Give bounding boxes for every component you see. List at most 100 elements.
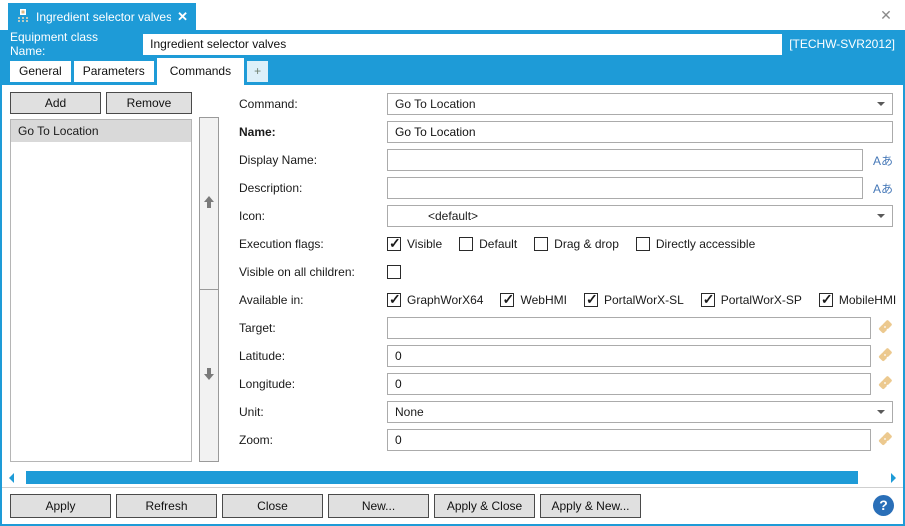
- checkbox-label: Drag & drop: [554, 237, 619, 251]
- available-in-label: Available in:: [239, 293, 304, 307]
- checkbox-icon[interactable]: [700, 291, 715, 308]
- checkbox-label: PortalWorX-SL: [603, 293, 684, 307]
- display-name-label: Display Name:: [239, 153, 318, 167]
- checkbox-icon[interactable]: [818, 291, 833, 308]
- document-tab-close-icon[interactable]: ✕: [177, 9, 188, 25]
- checkbox-label: WebHMI: [520, 293, 567, 307]
- icon-dropdown[interactable]: <default>: [387, 205, 893, 227]
- pane-close-icon[interactable]: ✕: [877, 6, 895, 24]
- window-body: Equipment class Name: [TECHW-SVR2012] Ge…: [0, 30, 905, 526]
- execution-flags-label: Execution flags:: [239, 237, 324, 251]
- description-row: Description: Aあ: [239, 177, 893, 199]
- checkbox-default[interactable]: Default: [459, 237, 517, 251]
- tab-commands[interactable]: Commands: [156, 58, 245, 85]
- checkbox-graphworx64[interactable]: GraphWorX64: [387, 291, 484, 308]
- latitude-tag-button[interactable]: [871, 347, 893, 366]
- unit-dropdown[interactable]: None: [387, 401, 893, 423]
- tab-general[interactable]: General: [10, 61, 71, 82]
- unit-label: Unit:: [239, 405, 264, 419]
- checkbox-label: Directly accessible: [655, 237, 756, 251]
- close-button[interactable]: Close: [222, 494, 323, 518]
- command-form: Command: Go To Location Name: Display Na…: [239, 93, 897, 457]
- help-button[interactable]: ?: [873, 495, 894, 516]
- checkbox-directly-accessible[interactable]: Directly accessible: [635, 237, 756, 251]
- server-badge: [TECHW-SVR2012]: [789, 37, 895, 51]
- checkbox-label: PortalWorX-SP: [720, 293, 802, 307]
- checkbox-visible[interactable]: Visible: [387, 235, 442, 252]
- move-down-button[interactable]: [199, 290, 219, 462]
- move-up-button[interactable]: [199, 117, 219, 290]
- command-dropdown[interactable]: Go To Location: [387, 93, 893, 115]
- footer-button-bar: Apply Refresh Close New... Apply & Close…: [2, 487, 903, 524]
- checkbox-label: GraphWorX64: [407, 293, 484, 307]
- name-input[interactable]: [387, 121, 893, 143]
- execution-flags-group: Visible Default Drag & drop Directl: [387, 235, 756, 252]
- checkbox-mobilehmi[interactable]: MobileHMI: [818, 291, 897, 308]
- tag-icon: [878, 319, 892, 333]
- checkbox-icon[interactable]: [500, 291, 515, 308]
- display-name-input[interactable]: [387, 149, 863, 171]
- zoom-tag-button[interactable]: [871, 431, 893, 450]
- display-name-row: Display Name: Aあ: [239, 149, 893, 171]
- reorder-strip: [199, 117, 219, 462]
- localization-icon: Aあ: [872, 181, 893, 196]
- scrollbar-thumb[interactable]: [26, 471, 858, 484]
- longitude-input[interactable]: [387, 373, 871, 395]
- list-item[interactable]: Go To Location: [11, 120, 191, 142]
- checkbox-visible-on-all-children[interactable]: [387, 265, 407, 279]
- target-input[interactable]: [387, 317, 871, 339]
- tag-icon: [878, 431, 892, 445]
- checkbox-icon[interactable]: [583, 291, 598, 308]
- tag-icon: [878, 375, 892, 389]
- checkbox-icon[interactable]: [534, 237, 549, 251]
- apply-button[interactable]: Apply: [10, 494, 111, 518]
- tab-parameters[interactable]: Parameters: [73, 61, 154, 82]
- tab-row: General Parameters Commands +: [2, 58, 903, 85]
- checkbox-webhmi[interactable]: WebHMI: [500, 291, 567, 308]
- equipment-class-name-label: Equipment class Name:: [10, 30, 99, 58]
- apply-and-close-button[interactable]: Apply & Close: [434, 494, 535, 518]
- checkbox-portalworx-sl[interactable]: PortalWorX-SL: [583, 291, 684, 308]
- description-label: Description:: [239, 181, 303, 195]
- add-command-button[interactable]: Add: [10, 92, 101, 114]
- localization-icon: Aあ: [872, 153, 893, 168]
- apply-and-new-button[interactable]: Apply & New...: [540, 494, 641, 518]
- zoom-label: Zoom:: [239, 433, 274, 447]
- new-button[interactable]: New...: [328, 494, 429, 518]
- document-tab-strip: Ingredient selector valves * ✕ ✕: [0, 0, 905, 30]
- chevron-down-icon: [877, 102, 885, 110]
- zoom-input[interactable]: [387, 429, 871, 451]
- remove-command-button[interactable]: Remove: [106, 92, 192, 114]
- checkbox-icon[interactable]: [387, 265, 401, 279]
- refresh-button[interactable]: Refresh: [116, 494, 217, 518]
- tab-add[interactable]: +: [247, 61, 269, 82]
- header-bar: Equipment class Name: [TECHW-SVR2012]: [2, 30, 903, 58]
- checkbox-label: MobileHMI: [838, 293, 897, 307]
- checkbox-icon[interactable]: [387, 235, 401, 252]
- checkbox-drag-drop[interactable]: Drag & drop: [534, 237, 619, 251]
- checkbox-portalworx-sp[interactable]: PortalWorX-SP: [700, 291, 802, 308]
- equipment-class-name-input[interactable]: [143, 33, 783, 55]
- checkbox-icon[interactable]: [459, 237, 474, 251]
- visible-on-all-children-row: Visible on all children:: [239, 261, 893, 283]
- checkbox-icon[interactable]: [387, 291, 401, 308]
- unit-value: None: [395, 405, 424, 419]
- scroll-left-icon[interactable]: [9, 473, 14, 483]
- name-row: Name:: [239, 121, 893, 143]
- latitude-label: Latitude:: [239, 349, 286, 363]
- localize-display-name-button[interactable]: Aあ: [863, 152, 893, 169]
- equipment-class-editor-window: Ingredient selector valves * ✕ ✕ Equipme…: [0, 0, 905, 526]
- target-tag-button[interactable]: [871, 319, 893, 338]
- available-in-group: GraphWorX64 WebHMI PortalWorX-SL Po: [387, 291, 897, 308]
- scroll-right-icon[interactable]: [891, 473, 896, 483]
- icon-value: <default>: [428, 209, 479, 223]
- latitude-input[interactable]: [387, 345, 871, 367]
- localize-description-button[interactable]: Aあ: [863, 180, 893, 197]
- command-value: Go To Location: [395, 97, 476, 111]
- checkbox-icon[interactable]: [635, 237, 650, 251]
- horizontal-scrollbar[interactable]: [2, 469, 903, 487]
- chevron-down-icon: [877, 214, 885, 222]
- description-input[interactable]: [387, 177, 863, 199]
- document-tab[interactable]: Ingredient selector valves * ✕: [8, 3, 196, 30]
- longitude-tag-button[interactable]: [871, 375, 893, 394]
